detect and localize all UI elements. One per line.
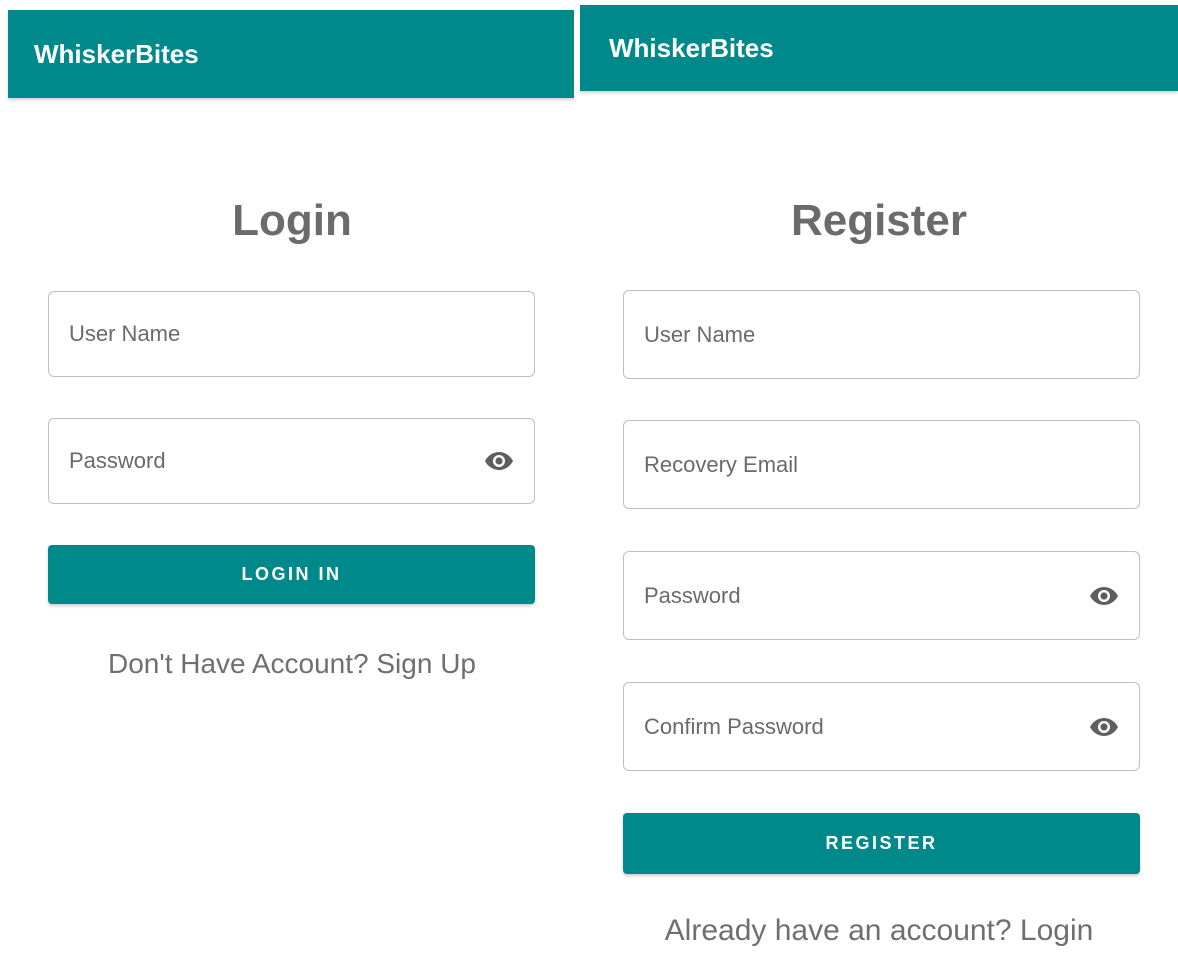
username-field[interactable] — [623, 290, 1140, 379]
app-title: WhiskerBites — [34, 38, 199, 69]
password-field[interactable] — [623, 551, 1140, 640]
login-button[interactable]: LOGIN IN — [48, 545, 535, 604]
username-input[interactable] — [624, 291, 1139, 378]
app-bar: WhiskerBites — [8, 10, 574, 98]
register-screen: WhiskerBites Register REGISTER Already — [580, 0, 1178, 955]
confirm-password-field[interactable] — [623, 682, 1140, 771]
register-button[interactable]: REGISTER — [623, 813, 1140, 874]
app-title: WhiskerBites — [609, 32, 774, 63]
app-bar: WhiskerBites — [580, 5, 1178, 91]
confirm-password-input[interactable] — [624, 683, 1087, 770]
page-title: Login — [232, 196, 352, 245]
page-title: Register — [790, 196, 968, 245]
eye-icon[interactable] — [1087, 710, 1121, 744]
sign-up-link[interactable]: Don't Have Account? Sign Up — [0, 648, 574, 680]
eye-icon[interactable] — [1087, 579, 1121, 613]
recovery-email-field[interactable] — [623, 420, 1140, 509]
username-input[interactable] — [49, 292, 534, 376]
login-screen: WhiskerBites Login LOGIN IN Don't Have A… — [0, 0, 574, 955]
password-field[interactable] — [48, 418, 535, 504]
login-link[interactable]: Already have an account? Login — [580, 914, 1178, 948]
username-field[interactable] — [48, 291, 535, 377]
password-input[interactable] — [49, 419, 482, 503]
recovery-email-input[interactable] — [624, 421, 1139, 508]
password-input[interactable] — [624, 552, 1087, 639]
eye-icon[interactable] — [482, 444, 516, 478]
